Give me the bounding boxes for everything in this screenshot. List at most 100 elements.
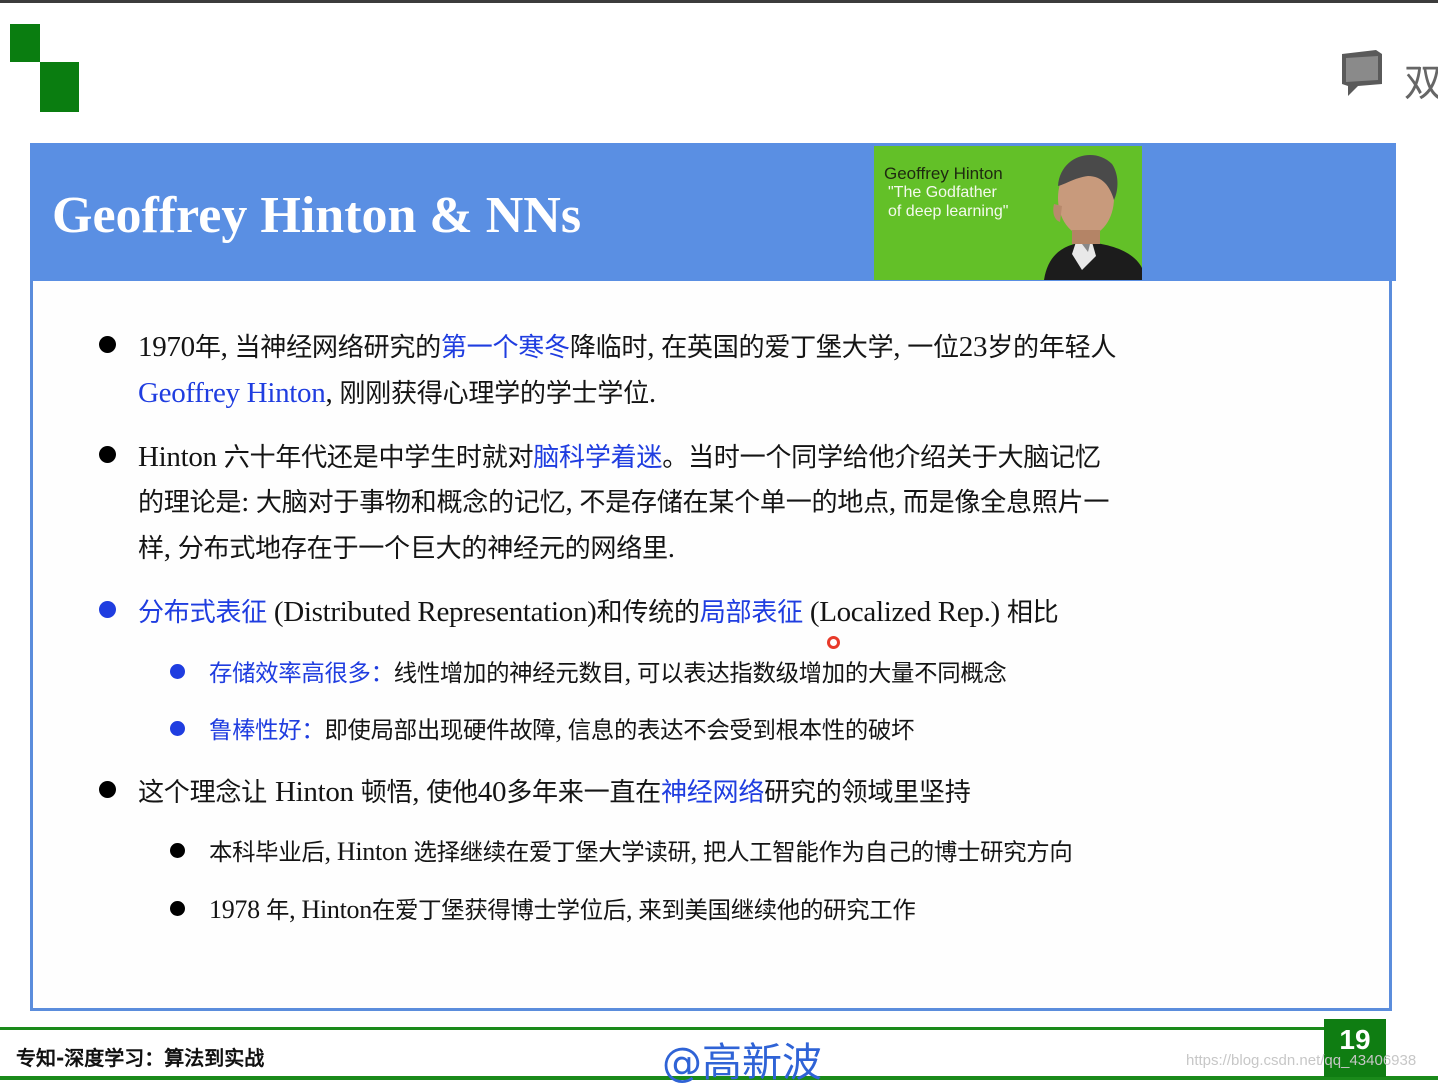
text-seg: 不是存储在某个单一的地点 [579, 488, 889, 518]
bullet-2-line-2: 的理论是: 大脑对于事物和概念的记忆, 不是存储在某个单一的地点, 而是像全息照… [138, 481, 1109, 519]
bullet-1-line-2: Geoffrey Hinton, 刚刚获得心理学的学士学位. [138, 372, 656, 410]
text-seg: 来到美国继续他的研究工作 [638, 896, 916, 924]
text-seg: 分布式地存在于一个巨大的神经元的网络里 [177, 534, 668, 564]
text-seg: Hinton [336, 837, 414, 866]
sub-bullet-3-2-marker [170, 721, 185, 736]
text-seg: 选择继续在爱丁堡大学读研 [413, 838, 691, 866]
watermark-url: https://blog.csdn.net/qq_43406938 [1186, 1052, 1417, 1069]
text-seg: 这个理念让 [138, 778, 275, 808]
toolbar-partial-label[interactable]: 双 [1404, 52, 1438, 107]
text-seg: , [325, 377, 340, 409]
sub-bullet-3-2: 鲁棒性好：即使局部出现硬件故障, 信息的表达不会受到根本性的破坏 [209, 711, 914, 745]
highlight-storage-efficiency: 存储效率高很多 [209, 659, 371, 687]
text-seg: 降临时 [569, 333, 648, 363]
logo-square-top [10, 24, 40, 62]
text-seg: , [324, 837, 337, 866]
text-seg: 在爱丁堡获得博士学位后 [371, 896, 626, 924]
bullet-4-marker [99, 781, 116, 798]
chat-bubble-icon[interactable] [1336, 48, 1386, 98]
text-seg: 样 [138, 534, 164, 564]
text-seg: (Distributed Representation) [266, 596, 597, 628]
course-name: 专知-深度学习：算法到实战 [16, 1046, 265, 1070]
text-seg: 40 [477, 776, 507, 808]
bullet-4-line-1: 这个理念让 Hinton 顿悟, 使他40多年来一直在神经网络研究的领域里坚持 [138, 771, 971, 809]
text-seg: 和传统的 [596, 598, 700, 628]
text-seg: , [289, 895, 302, 924]
text-seg: 年 [266, 896, 290, 924]
text-seg: 而是像全息照片一 [902, 488, 1110, 518]
text-seg: Hinton [301, 895, 373, 924]
person-silhouette [1044, 155, 1142, 280]
text-seg: 六十年代还是中学生时就对 [223, 443, 534, 473]
text-seg: 把人工智能作为自己的博士研究方向 [702, 838, 1073, 866]
text-seg: , [412, 776, 427, 808]
highlight-hinton-name: Geoffrey Hinton [138, 377, 326, 409]
text-seg: , [220, 331, 235, 363]
text-seg: 即使局部出现硬件故障 [324, 716, 556, 744]
highlight-neural-networks: 神经网络 [660, 778, 765, 808]
slide-title: Geoffrey Hinton & NNs [52, 187, 582, 244]
highlight-distributed-rep: 分布式表征 [138, 598, 267, 628]
text-seg: 1978 [209, 895, 267, 924]
text-seg: 多年来一直在 [506, 778, 661, 808]
text-seg: 本科毕业后 [209, 838, 325, 866]
highlight-first-winter: 第一个寒冬 [440, 333, 570, 363]
text-seg: Hinton [138, 441, 224, 473]
text-seg: ： [370, 659, 394, 687]
text-seg: , [690, 837, 703, 866]
text-seg: 大脑对于事物和概念的记忆 [255, 488, 566, 518]
text-seg: , [647, 331, 662, 363]
text-seg: 可以表达指数级增加的大量不同概念 [637, 659, 1007, 687]
text-seg: 在英国的爱丁堡大学 [661, 333, 894, 363]
text-seg: 岁的年轻人 [987, 333, 1117, 363]
highlight-robustness: 鲁棒性好 [209, 716, 302, 744]
text-seg: 一位 [907, 333, 959, 363]
text-seg: Hinton [274, 776, 361, 808]
text-seg: 线性增加的神经元数目 [393, 659, 625, 687]
text-seg: , [893, 331, 908, 363]
sub-bullet-3-1-marker [170, 664, 185, 679]
text-seg: 当神经网络研究的 [234, 333, 442, 363]
text-seg: (Localized Rep.) [802, 596, 1007, 628]
text-seg: 的理论是 [138, 488, 242, 518]
photo-caption-line2: "The Godfather [888, 184, 997, 201]
text-seg: , [555, 715, 568, 744]
text-seg: , [888, 486, 903, 518]
bullet-1-line-1: 1970年, 当神经网络研究的第一个寒冬降临时, 在英国的爱丁堡大学, 一位23… [138, 326, 1116, 364]
bullet-2-line-3: 样, 分布式地存在于一个巨大的神经元的网络里. [138, 527, 675, 565]
text-seg: 信息的表达不会受到根本性的破坏 [567, 716, 915, 744]
top-border [0, 0, 1438, 3]
text-seg: 顿悟 [360, 778, 413, 808]
highlight-brain-science: 脑科学着迷 [533, 443, 663, 473]
presenter-name: @高新波 [662, 1040, 822, 1086]
text-seg: , [565, 486, 580, 518]
photo-caption: Geoffrey Hinton "The Godfather of deep l… [884, 164, 1008, 221]
text-seg: 年 [194, 333, 221, 363]
text-seg: 刚刚获得心理学的学士学位 [339, 379, 649, 409]
text-seg: 。当时一个同学给他介绍关于大脑记忆 [662, 443, 1101, 473]
text-seg: . [648, 377, 656, 409]
text-seg: 相比 [1006, 598, 1059, 628]
sub-bullet-4-2: 1978 年, Hinton在爱丁堡获得博士学位后, 来到美国继续他的研究工作 [209, 891, 916, 925]
bullet-3-line-1: 分布式表征 (Distributed Representation)和传统的局部… [138, 591, 1059, 629]
text-seg: . [667, 532, 675, 564]
bullet-1-marker [99, 336, 116, 353]
hinton-photo: Geoffrey Hinton "The Godfather of deep l… [874, 146, 1142, 280]
text-seg: 使他 [426, 778, 478, 808]
text-seg: , [624, 658, 638, 687]
highlight-localized-rep: 局部表征 [699, 598, 803, 628]
photo-caption-name: Geoffrey Hinton [884, 164, 1003, 183]
text-seg: 研究的领域里坚持 [764, 778, 971, 808]
sub-bullet-4-2-marker [170, 901, 185, 916]
bullet-3-marker [99, 601, 116, 618]
text-seg: , [625, 895, 639, 924]
laser-pointer-cursor [827, 636, 840, 649]
text-seg: ： [301, 716, 325, 744]
year-1970: 1970 [138, 331, 195, 363]
photo-caption-line3: of deep learning" [888, 203, 1009, 220]
bullet-2-line-1: Hinton 六十年代还是中学生时就对脑科学着迷。当时一个同学给他介绍关于大脑记… [138, 436, 1101, 474]
sub-bullet-3-1: 存储效率高很多：线性增加的神经元数目, 可以表达指数级增加的大量不同概念 [209, 654, 1007, 688]
sub-bullet-4-1-marker [170, 843, 185, 858]
logo-square-bottom [40, 62, 79, 112]
text-seg: 23 [958, 331, 988, 363]
